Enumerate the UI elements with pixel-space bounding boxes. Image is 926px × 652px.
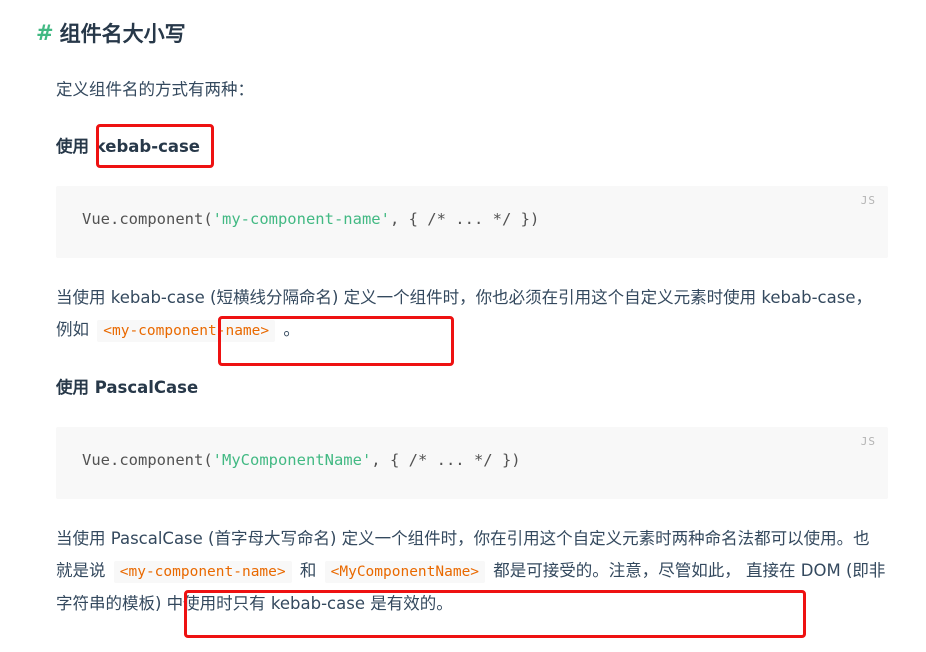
- code-post: , { /* ... */ }): [389, 210, 540, 228]
- code-pre: Vue.component(: [82, 210, 213, 228]
- code-string: 'MyComponentName': [212, 451, 372, 469]
- code-lang-label: JS: [860, 435, 876, 448]
- code-string: 'my-component-name': [212, 210, 390, 228]
- pascal-description: 当使用 PascalCase (首字母大写命名) 定义一个组件时，你在引用这个自…: [56, 523, 886, 620]
- inline-code-kebab-name: <my-component-name>: [113, 561, 292, 583]
- heading-anchor[interactable]: #: [36, 21, 54, 45]
- subheading-name: PascalCase: [94, 378, 199, 397]
- code-line: Vue.component('my-component-name', { /* …: [82, 210, 539, 228]
- code-block-pascal: JS Vue.component('MyComponentName', { /*…: [56, 427, 888, 499]
- inline-code-pascal-name: <MyComponentName>: [324, 561, 486, 583]
- subheading-name: kebab-case: [94, 137, 201, 156]
- pascal-desc-text-2: 都是可接受的。注意，尽管如此，: [493, 561, 741, 580]
- inline-code-kebab: <my-component-name>: [97, 320, 276, 342]
- subheading-prefix: 使用: [56, 378, 89, 397]
- code-post: , { /* ... */ }): [371, 451, 521, 469]
- code-block-kebab: JS Vue.component('my-component-name', { …: [56, 186, 888, 258]
- code-lang-label: JS: [860, 194, 876, 207]
- code-pre: Vue.component(: [82, 451, 213, 469]
- subheading-prefix: 使用: [56, 137, 89, 156]
- and-text: 和: [299, 561, 317, 580]
- subheading-kebab: 使用 kebab-case: [56, 135, 200, 159]
- intro-text: 定义组件名的方式有两种：: [56, 80, 254, 99]
- section-heading: # 组件名大小写: [36, 16, 186, 50]
- subheading-pascal: 使用 PascalCase: [56, 376, 198, 400]
- code-line: Vue.component('MyComponentName', { /* ..…: [82, 451, 521, 469]
- kebab-description: 当使用 kebab-case (短横线分隔命名) 定义一个组件时，你也必须在引用…: [56, 282, 886, 347]
- kebab-desc-end: 。: [283, 320, 300, 339]
- heading-title: 组件名大小写: [59, 22, 186, 46]
